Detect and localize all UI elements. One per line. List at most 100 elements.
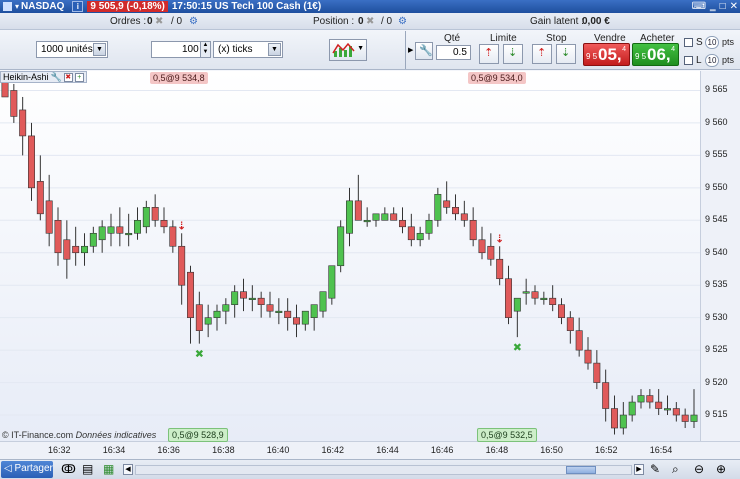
- orders-settings-icon[interactable]: ⚙: [189, 16, 198, 27]
- s-checkbox[interactable]: [684, 38, 693, 47]
- position-count: 0: [358, 16, 364, 27]
- candle-body: [487, 245, 495, 260]
- maximize-icon[interactable]: □: [720, 1, 726, 12]
- zoom-out-icon[interactable]: ⊖: [694, 462, 704, 476]
- info-icon[interactable]: i: [72, 1, 84, 12]
- table-icon[interactable]: ▦: [103, 462, 114, 476]
- tick-unit-value: (x) ticks: [218, 44, 253, 55]
- order-level-label[interactable]: 0,5@9 528,9: [168, 428, 228, 442]
- candle-body: [178, 245, 186, 286]
- scroll-right-icon[interactable]: ▶: [634, 464, 644, 475]
- x-tick-label: 16:42: [321, 445, 345, 455]
- chevron-down-icon[interactable]: ▼: [357, 45, 364, 52]
- minimize-icon[interactable]: ‗: [710, 1, 716, 12]
- dropdown-arrow-icon[interactable]: ▾: [15, 2, 19, 11]
- sell-button[interactable]: 9 5 05, 4: [583, 43, 630, 66]
- limit-sell-button[interactable]: ⇣: [503, 44, 523, 64]
- y-tick-label: 9 550: [705, 181, 728, 192]
- instrument-symbol[interactable]: NASDAQ: [21, 1, 64, 12]
- copyright-text: © IT-Finance.com Données indicatives: [2, 430, 156, 440]
- disclaimer-label: Données indicatives: [75, 430, 157, 440]
- candle-body: [337, 226, 345, 267]
- qty-input[interactable]: 0.5: [436, 45, 471, 60]
- limit-down-icon: ⇣: [508, 47, 518, 59]
- limit-buy-button[interactable]: ⇡: [479, 44, 499, 64]
- chevron-down-icon[interactable]: ▼: [268, 43, 281, 56]
- x-tick-label: 16:48: [485, 445, 509, 455]
- candle-body: [204, 317, 212, 325]
- template-icon[interactable]: ▤: [82, 462, 93, 476]
- orders-slash: / 0: [171, 16, 183, 27]
- wrench-icon: 🔧: [419, 45, 433, 57]
- stop-down-icon: ⇣: [561, 47, 571, 59]
- status-bar: Ordres : 0 ✖ / 0 ⚙ Position : 0 ✖ / 0 ⚙ …: [0, 13, 740, 30]
- candle-body: [63, 239, 71, 260]
- chart-type-button[interactable]: ▼: [329, 39, 367, 61]
- order-level-label[interactable]: 0,5@9 534,0: [468, 72, 526, 84]
- candle-body: [248, 297, 256, 300]
- sell-price-decimal: 4: [622, 46, 626, 53]
- chart-area[interactable]: ⇣ ✖ ⇣ ✖: [0, 71, 700, 441]
- zoom-fit-icon[interactable]: ⌕: [672, 462, 679, 477]
- zoom-in-icon[interactable]: ⊕: [716, 462, 726, 476]
- candle-body: [664, 408, 671, 411]
- share-button[interactable]: ◁ Partager: [1, 461, 53, 478]
- buy-signal-icon: ✖: [195, 348, 204, 361]
- horizontal-scrollbar[interactable]: [135, 465, 632, 475]
- y-tick-label: 9 520: [705, 376, 728, 387]
- candle-body: [257, 297, 265, 305]
- candle-body: [513, 297, 521, 312]
- candlestick-chart[interactable]: ⇣ ✖ ⇣ ✖: [0, 71, 700, 441]
- chevron-down-icon[interactable]: ▼: [93, 43, 106, 56]
- order-level-label[interactable]: 0,5@9 534,8: [150, 72, 208, 84]
- candle-body: [619, 414, 627, 429]
- candle-body: [637, 395, 645, 403]
- candle-body: [284, 310, 292, 318]
- add-indicator-icon[interactable]: +: [74, 72, 84, 82]
- keyboard-icon[interactable]: ⌨: [692, 1, 706, 12]
- s-label: S: [696, 37, 703, 48]
- l-pts-input[interactable]: 10: [705, 54, 719, 67]
- tick-stepper[interactable]: 100 ▲ ▼: [151, 41, 211, 58]
- limit-up-icon: ⇡: [484, 47, 494, 59]
- candle-body: [602, 382, 610, 409]
- scrollbar-thumb[interactable]: [566, 466, 596, 474]
- drawing-icon[interactable]: ✎: [650, 462, 660, 476]
- tick-unit-select[interactable]: (x) ticks ▼: [213, 41, 283, 58]
- wrench-button[interactable]: 🔧: [415, 42, 433, 60]
- toolbar-divider: [405, 31, 406, 69]
- order-level-label[interactable]: 0,5@9 532,5: [477, 428, 537, 442]
- stop-buy-button[interactable]: ⇡: [532, 44, 552, 64]
- collapse-arrow-icon[interactable]: ▶: [408, 46, 413, 54]
- chart-type-icon: [332, 42, 355, 57]
- position-cancel-icon[interactable]: ✖: [366, 16, 374, 27]
- position-settings-icon[interactable]: ⚙: [398, 16, 407, 27]
- buy-button[interactable]: 9 5 06, 4: [632, 43, 679, 66]
- candle-body: [125, 232, 133, 236]
- candle-body: [310, 304, 318, 318]
- orders-cancel-icon[interactable]: ✖: [155, 16, 163, 27]
- buy-price-decimal: 4: [671, 46, 675, 53]
- shortcuts-icon[interactable]: ↂ: [61, 462, 76, 476]
- candle-body: [478, 239, 486, 254]
- sell-price: 05,: [598, 45, 622, 64]
- candle-body: [72, 245, 80, 254]
- s-pts-input[interactable]: 10: [705, 36, 719, 49]
- pnl-value: 0,00 €: [582, 16, 610, 27]
- quantity-units-select[interactable]: 1000 unités ▼: [36, 41, 108, 58]
- stop-sell-button[interactable]: ⇣: [556, 44, 576, 64]
- wrench-icon[interactable]: 🔧: [51, 72, 62, 83]
- close-indicator-icon[interactable]: ✖: [63, 72, 73, 82]
- close-icon[interactable]: ✕: [730, 1, 738, 12]
- candle-body: [372, 213, 380, 221]
- scroll-left-icon[interactable]: ◀: [123, 464, 133, 475]
- indicator-header[interactable]: Heikin-Ashi 🔧 ✖ +: [0, 71, 87, 83]
- candle-body: [390, 213, 398, 221]
- candle-body: [496, 258, 504, 280]
- stepper-arrows-icon[interactable]: ▲ ▼: [200, 42, 210, 57]
- candle-body: [195, 304, 203, 331]
- l-checkbox[interactable]: [684, 56, 693, 65]
- candle-body: [611, 408, 618, 429]
- y-tick-label: 9 530: [705, 311, 728, 322]
- candle-body: [425, 219, 433, 234]
